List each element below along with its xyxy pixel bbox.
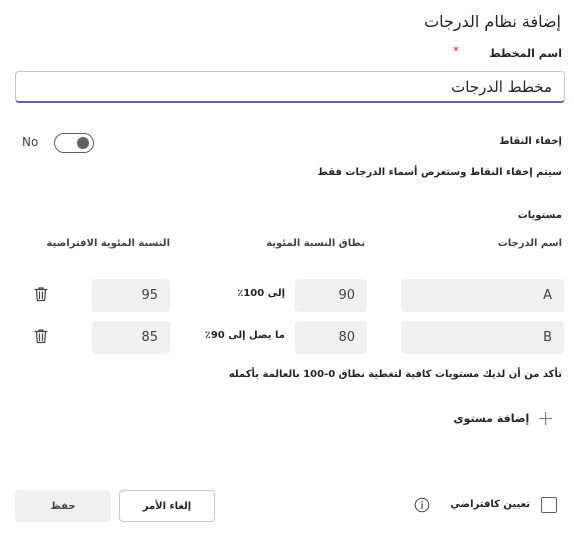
plus-icon: + (537, 406, 554, 430)
cancel-button[interactable]: إلغاء الأمر (119, 490, 215, 522)
levels-section-title: مستويات (517, 210, 562, 221)
level-range-label: إلى 100٪ (237, 288, 285, 299)
coverage-note: تأكد من أن لديك مستويات كافية لتغطية نطا… (228, 369, 562, 380)
scheme-name-input[interactable] (15, 71, 565, 103)
required-asterisk: * (453, 44, 459, 58)
save-button[interactable]: حفظ (15, 490, 111, 522)
level-name-field[interactable]: A (401, 279, 564, 312)
scheme-name-label: اسم المخطط (489, 47, 562, 60)
toggle-knob (77, 137, 89, 149)
level-range-label: ما يصل إلى 90٪ (204, 330, 285, 341)
set-default-label: تعيين كافتراضي (450, 499, 530, 510)
column-header-grade-name: اسم الدرجات (497, 238, 562, 249)
level-name-field[interactable]: B (401, 321, 564, 354)
level-default-field[interactable]: 85 (92, 321, 170, 354)
hide-points-label: إخفاء النقاط (499, 136, 562, 147)
trash-icon[interactable] (32, 327, 50, 345)
dialog-title: إضافة نظام الدرجات (424, 12, 561, 31)
hide-points-description: سيتم إخفاء النقاط وستعرض أسماء الدرجات ف… (317, 167, 563, 178)
set-default-checkbox[interactable] (541, 497, 557, 513)
add-level-label: إضافة مستوى (453, 411, 530, 425)
level-min-field[interactable]: 80 (295, 321, 367, 354)
add-level-button[interactable]: + إضافة مستوى (454, 408, 554, 428)
hide-points-toggle[interactable] (54, 133, 94, 153)
trash-icon[interactable] (32, 285, 50, 303)
column-header-percentage-range: نطاق النسبة المئوية (266, 238, 365, 249)
level-min-field[interactable]: 90 (295, 279, 367, 312)
column-header-default-percentage: النسبة المئوية الافتراضية (46, 238, 170, 249)
toggle-state-label: No (22, 135, 39, 149)
info-icon[interactable] (414, 497, 430, 513)
level-default-field[interactable]: 95 (92, 279, 170, 312)
